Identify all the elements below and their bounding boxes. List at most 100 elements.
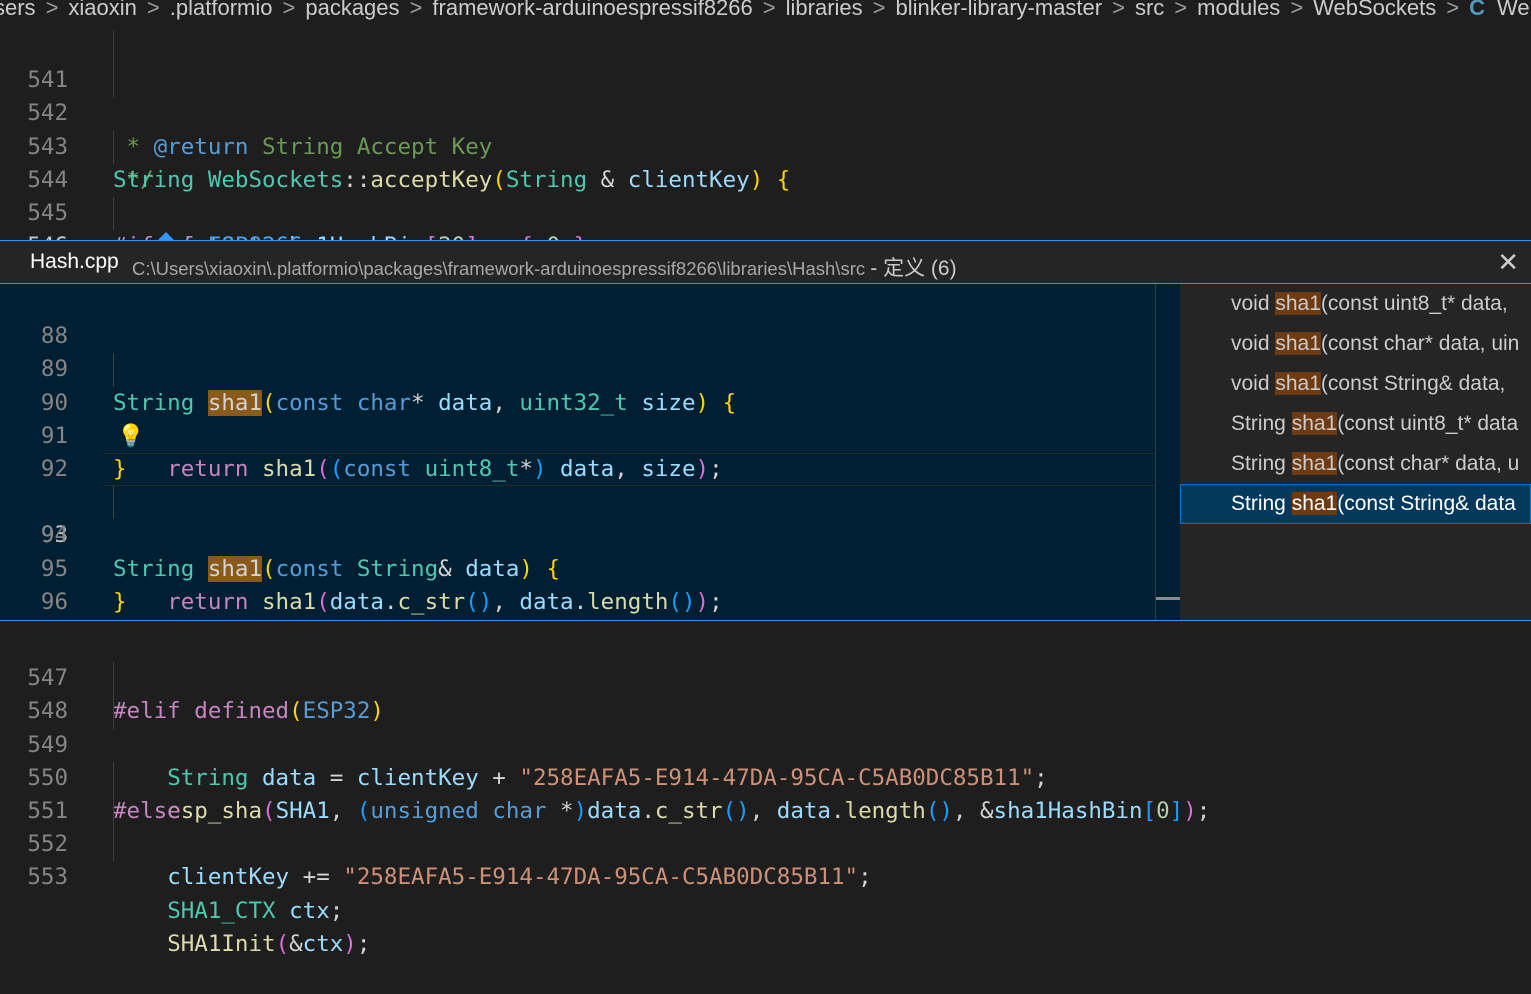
close-icon[interactable]: ✕ (1497, 247, 1519, 278)
cpp-file-icon: C (1469, 0, 1486, 20)
code-line[interactable]: 551 clientKey += "258EAFA5-E914-47DA-95C… (0, 761, 1531, 890)
peek-editor[interactable]: 88 89 String sha1(const char* data, uint… (0, 284, 1155, 620)
code-line[interactable]: 97 (0, 586, 1155, 619)
breadcrumb-item[interactable]: framework-arduinoespressif8266 (432, 0, 752, 20)
ref-match: sha1 (1291, 492, 1338, 515)
peek-path-text: C:\Users\xiaoxin\.platformio\packages\fr… (132, 258, 866, 279)
ref-prefix: String (1231, 412, 1292, 435)
ref-prefix: String (1231, 452, 1292, 475)
breadcrumb-item[interactable]: src (1135, 0, 1164, 20)
chevron-right-icon: > (1446, 0, 1460, 20)
reference-item-selected[interactable]: String sha1(const String& data (1180, 484, 1531, 524)
indent-guide (113, 31, 114, 65)
code-text: SHA1Init(&ctx); (167, 930, 371, 957)
ref-match: sha1 (1275, 292, 1321, 315)
chevron-right-icon: > (1174, 0, 1188, 20)
chevron-right-icon: > (762, 0, 776, 20)
code-line[interactable]: 545 #ifdef ESP8266 (0, 164, 1531, 259)
peek-header: Hash.cpp C:\Users\xiaoxin\.platformio\pa… (0, 232, 1531, 284)
current-line-highlight (104, 452, 1155, 487)
reference-item[interactable]: void sha1(const char* data, uin (1180, 324, 1531, 364)
peek-code: 88 89 String sha1(const char* data, uint… (0, 287, 1155, 619)
code-line[interactable]: 548 String data = clientKey + "258EAFA5-… (0, 662, 1531, 791)
peek-reference-list: void sha1(const uint8_t* data, void sha1… (1180, 284, 1531, 620)
chevron-right-icon: > (45, 0, 59, 20)
peek-definition-widget: Hash.cpp C:\Users\xiaoxin\.platformio\pa… (0, 232, 1531, 621)
peek-arrow-icon (157, 232, 175, 241)
editor-top[interactable]: 541 * @return String Accept Key 542 */ 5… (0, 31, 1531, 326)
editor-bottom[interactable]: 547 #elif defined(ESP32) 548 String data… (0, 629, 1531, 957)
code-text: SHA1_CTX ctx; (167, 897, 344, 924)
ref-match: sha1 (1291, 452, 1338, 475)
line-number: 553 (27, 864, 68, 891)
indent-guide (113, 130, 114, 164)
reference-item[interactable]: void sha1(const String& data, (1180, 364, 1531, 404)
breadcrumb-item[interactable]: modules (1197, 0, 1280, 20)
reference-item[interactable]: String sha1(const uint8_t* data (1180, 404, 1531, 444)
code-line[interactable]: 90 return sha1((const uint8_t*) data, si… (0, 353, 1155, 482)
peek-file-path: C:\Users\xiaoxin\.platformio\packages\fr… (132, 252, 957, 282)
code-line[interactable]: 553 SHA1Init(&ctx); (0, 828, 1531, 957)
code-line[interactable]: 547 #elif defined(ESP32) (0, 629, 1531, 724)
ref-prefix: void (1231, 292, 1276, 315)
indent-guide (113, 64, 114, 98)
reference-item[interactable]: void sha1(const uint8_t* data, (1180, 284, 1531, 324)
peek-definitions-count: - 定义 (6) (870, 257, 957, 280)
indent-guide (113, 761, 114, 795)
chevron-right-icon: > (1112, 0, 1125, 20)
indent-guide (113, 828, 114, 862)
code-line[interactable]: 549 esp_sha(SHA1, (unsigned char *)data.… (0, 695, 1531, 824)
ref-match: sha1 (1275, 332, 1321, 355)
indent-guide (113, 486, 114, 520)
code-line[interactable]: 552 SHA1_CTX ctx; (0, 794, 1531, 924)
chevron-right-icon: > (282, 0, 296, 20)
indent-guide (113, 662, 114, 696)
code-line[interactable]: 550 #else (0, 729, 1531, 824)
code-line[interactable]: 94 return sha1(data.c_str(), data.length… (0, 486, 1155, 615)
code-line-current[interactable]: 546 sha1(clientKey + "258EAFA5-E914-47DA… (0, 196, 1531, 326)
code-line[interactable]: 91 } (0, 387, 1155, 482)
code-line[interactable]: 543 String WebSockets::acceptKey(String … (0, 97, 1531, 193)
ref-prefix: void (1231, 332, 1276, 355)
ref-suffix: (const char* data, uin (1320, 332, 1520, 355)
ref-prefix: String (1231, 492, 1292, 515)
code-line-current[interactable]: 93 String sha1(const String& data) { (0, 452, 1155, 582)
breadcrumb-item[interactable]: blinker-library-master (896, 0, 1103, 20)
chevron-right-icon: > (872, 0, 886, 20)
code-line[interactable]: 544 uint8_t sha1HashBin[20] = { 0 }; (0, 130, 1531, 259)
ref-suffix: (const String& data, (1320, 372, 1506, 395)
ref-prefix: void (1231, 372, 1276, 395)
code-line[interactable]: 92 💡 (0, 420, 1155, 482)
peek-scrollbar[interactable] (1155, 284, 1180, 620)
peek-file-name[interactable]: Hash.cpp (30, 250, 119, 274)
ref-suffix: (const uint8_t* data, (1320, 292, 1508, 315)
ref-suffix: (const uint8_t* data (1337, 412, 1519, 435)
code-line[interactable]: 95 } (0, 519, 1155, 615)
indent-guide (113, 695, 114, 729)
indent-guide (113, 353, 114, 387)
reference-item[interactable]: String sha1(const char* data, u (1180, 444, 1531, 484)
breadcrumb-item[interactable]: sers (0, 0, 36, 20)
breadcrumb: sers > xiaoxin > .platformio > packages > framew… (0, 0, 1531, 30)
breadcrumb-item[interactable]: packages (305, 0, 399, 20)
ref-match: sha1 (1291, 412, 1338, 435)
line-number: 97 (0, 619, 68, 620)
peek-body: 88 89 String sha1(const char* data, uint… (0, 284, 1531, 621)
breadcrumb-item[interactable]: xiaoxin (68, 0, 136, 20)
code-line[interactable]: 96 (0, 553, 1155, 615)
chevron-right-icon: > (146, 0, 160, 20)
breadcrumb-item[interactable]: .platformio (170, 0, 273, 20)
indent-guide (113, 794, 114, 829)
ref-match: sha1 (1275, 372, 1321, 395)
chevron-right-icon: > (1290, 0, 1304, 20)
code-line[interactable]: 542 */ (0, 64, 1531, 193)
breadcrumb-item[interactable]: libraries (786, 0, 863, 20)
code-line[interactable]: 541 * @return String Accept Key (0, 31, 1531, 160)
code-line[interactable]: 89 String sha1(const char* data, uint32_… (0, 320, 1155, 416)
lightbulb-icon[interactable]: 💡 (117, 420, 144, 453)
code-line[interactable]: 88 (0, 287, 1155, 349)
breadcrumb-item[interactable]: WebSockets (1313, 0, 1436, 20)
indent-guide (113, 196, 114, 231)
breadcrumb-item-file[interactable]: We (1497, 0, 1530, 20)
scrollbar-thumb[interactable] (1156, 597, 1180, 600)
